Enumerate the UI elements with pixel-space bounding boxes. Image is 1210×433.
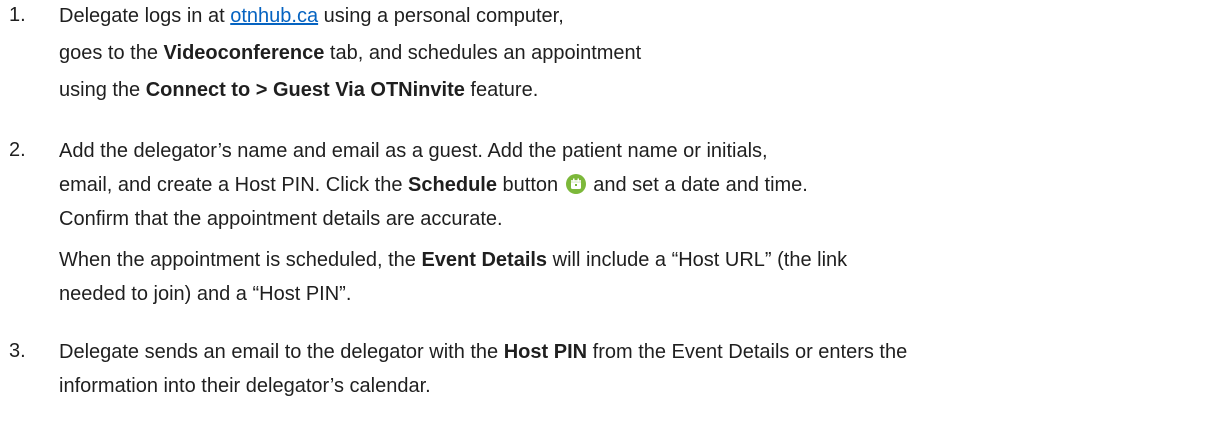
text: email, and create a Host PIN. Click the [59, 174, 409, 196]
step-2-line-5: needed to join) and a “Host PIN”. [59, 283, 352, 305]
text: using the [59, 79, 146, 101]
step-number: 3. [9, 340, 26, 362]
step-3-line-1: Delegate sends an email to the delegator… [59, 340, 907, 364]
step-1-line-2: goes to the Videoconference tab, and sch… [59, 41, 641, 65]
otnhub-link[interactable]: otnhub.ca [230, 5, 318, 27]
text: tab, and schedules an appointment [324, 42, 642, 64]
step-2-line-4: When the appointment is scheduled, the E… [59, 248, 847, 272]
text: button [496, 174, 559, 196]
step-2-line-1: Add the delegator’s name and email as a … [59, 140, 768, 162]
instructions-document: 1. Delegate logs in at otnhub.ca using a… [0, 0, 1210, 433]
step-2-line-3: Confirm that the appointment details are… [59, 208, 503, 230]
step-number: 2. [9, 139, 26, 161]
event-details-label: Event Details [421, 249, 548, 271]
text: Delegate logs in at [59, 5, 231, 27]
step-1-line-1: Delegate logs in at otnhub.ca using a pe… [59, 4, 564, 28]
connect-feature-label: Connect to > Guest Via OTNinvite [145, 79, 465, 101]
text: from the Event Details or enters the [587, 341, 908, 363]
text: goes to the [59, 42, 164, 64]
text: will include a “Host URL” (the link [547, 249, 848, 271]
text: Delegate sends an email to the delegator… [59, 341, 504, 363]
step-2-line-2: email, and create a Host PIN. Click the … [59, 173, 808, 197]
step-number: 1. [9, 4, 26, 26]
calendar-icon [565, 174, 586, 194]
text: When the appointment is scheduled, the [59, 249, 422, 271]
text: feature. [464, 79, 539, 101]
step-1-line-3: using the Connect to > Guest Via OTNinvi… [59, 78, 538, 102]
schedule-label: Schedule [408, 174, 497, 196]
step-3-line-2: information into their delegator’s calen… [59, 375, 431, 397]
text: and set a date and time. [587, 174, 808, 196]
text: using a personal computer, [318, 5, 564, 27]
videoconference-tab-label: Videoconference [163, 42, 325, 64]
host-pin-label: Host PIN [503, 341, 588, 363]
